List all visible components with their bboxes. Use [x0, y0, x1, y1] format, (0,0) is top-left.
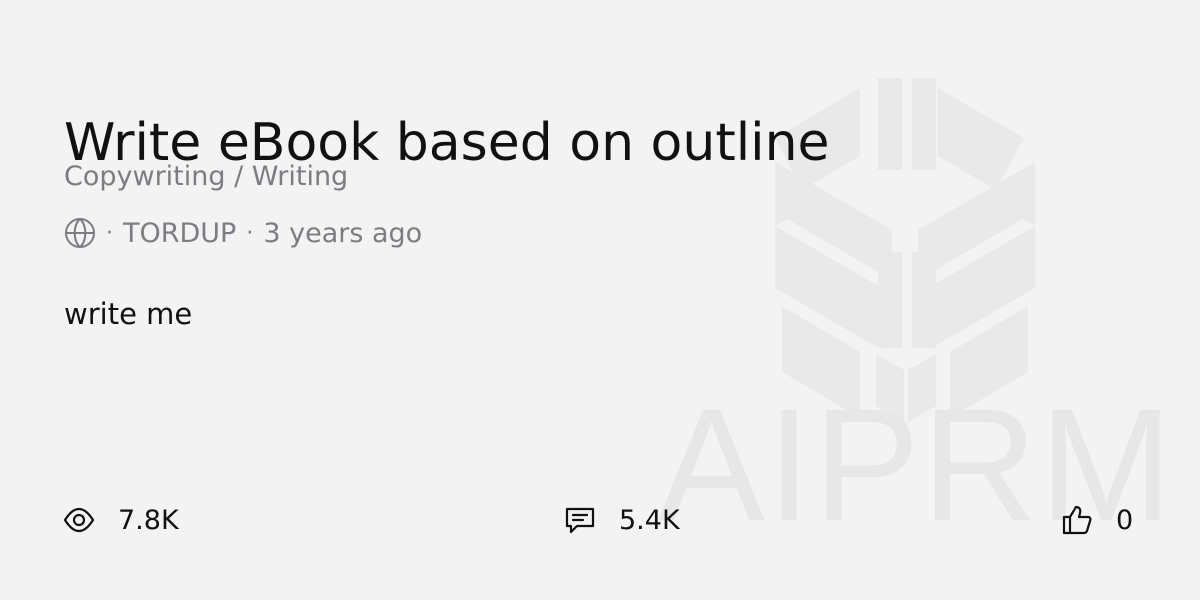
likes-stat[interactable]: 0: [1060, 500, 1133, 540]
likes-count: 0: [1116, 504, 1134, 536]
comments-stat: 5.4K: [563, 500, 680, 540]
timestamp: 3 years ago: [263, 217, 423, 249]
comment-icon: [563, 503, 597, 537]
thumbs-up-icon[interactable]: [1060, 503, 1094, 537]
eye-icon: [62, 503, 96, 537]
author-name[interactable]: TORDUP: [123, 218, 236, 249]
globe-icon: [64, 217, 96, 249]
prompt-card: AIPRM Write eBook based on outline Copyw…: [0, 0, 1200, 600]
prompt-description: write me: [64, 297, 193, 331]
views-stat: 7.8K: [62, 500, 179, 540]
meta-separator: ·: [246, 220, 254, 246]
comments-count: 5.4K: [619, 504, 680, 536]
views-count: 7.8K: [118, 504, 179, 536]
prompt-meta: · TORDUP · 3 years ago: [64, 215, 422, 251]
prompt-category[interactable]: Copywriting / Writing: [64, 160, 348, 194]
meta-separator: ·: [106, 220, 113, 246]
